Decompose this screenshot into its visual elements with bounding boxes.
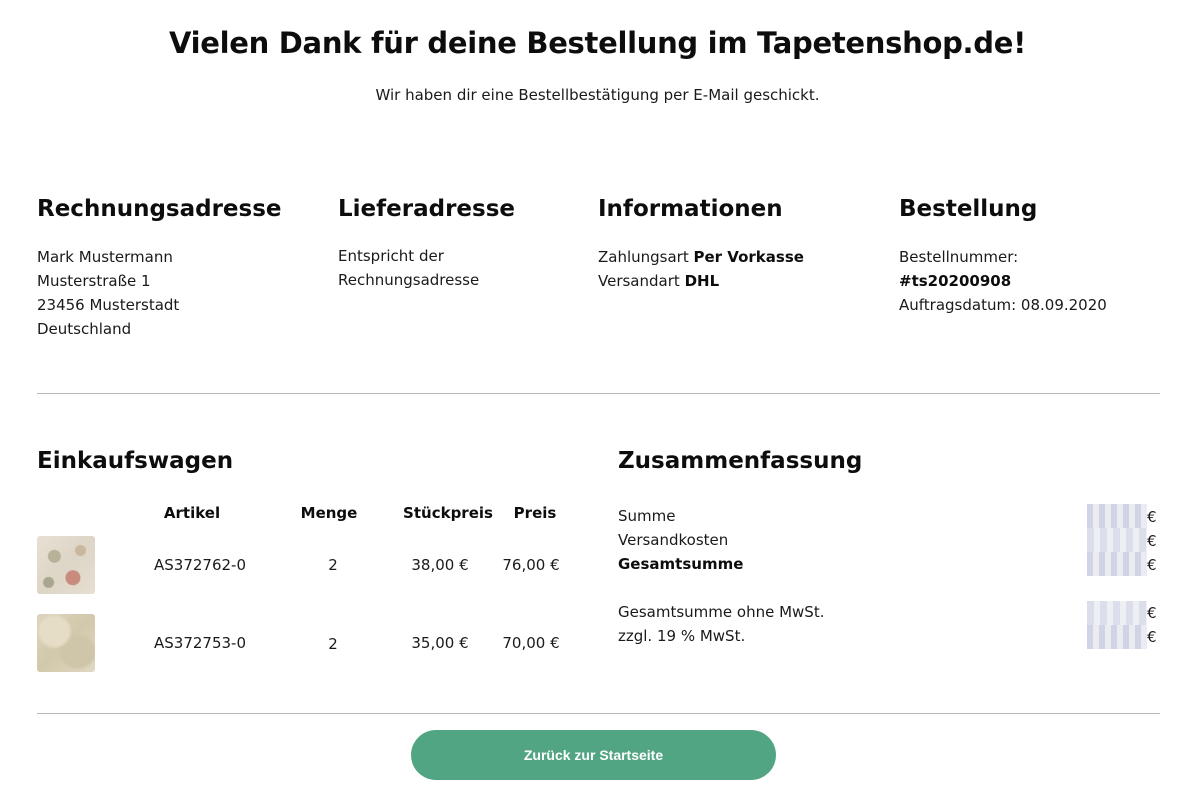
shipping-heading: Lieferadresse — [338, 196, 515, 222]
summary-heading: Zusammenfassung — [618, 448, 863, 474]
item-quantity: 2 — [328, 556, 338, 574]
shipping-line-2: Rechnungsadresse — [338, 271, 480, 289]
item-article: AS372753-0 — [154, 634, 246, 652]
order-date-value: 08.09.2020 — [1020, 296, 1107, 314]
order-number: #ts20200908 — [899, 272, 1012, 290]
total-value-redacted — [1087, 552, 1147, 576]
column-article: Artikel — [163, 504, 221, 522]
order-heading: Bestellung — [899, 196, 1038, 222]
vat-label: zzgl. 19 % MwSt. — [618, 627, 746, 645]
vat-currency: € — [1147, 628, 1157, 646]
shipping-cost-label: Versandkosten — [618, 531, 729, 549]
shipping-address: Entspricht der Rechnungsadresse — [338, 244, 479, 292]
billing-address: Mark Mustermann Musterstraße 1 23456 Mus… — [37, 245, 179, 341]
item-price: 70,00 € — [502, 634, 560, 652]
billing-heading: Rechnungsadresse — [37, 196, 282, 222]
divider-top — [37, 393, 1160, 394]
subtotal-value-redacted — [1087, 504, 1147, 528]
item-quantity: 2 — [328, 635, 338, 653]
net-total-value-redacted — [1087, 601, 1147, 625]
subtotal-currency: € — [1147, 508, 1157, 526]
shipping-method-label: Versandart — [598, 272, 680, 290]
table-row — [37, 614, 95, 672]
order-date-label: Auftragsdatum: — [899, 296, 1017, 314]
billing-street: Musterstraße 1 — [37, 272, 151, 290]
page-title: Vielen Dank für deine Bestellung im Tape… — [168, 26, 1027, 60]
billing-country: Deutschland — [37, 320, 132, 338]
shipping-method: Versandart DHL — [598, 269, 804, 293]
column-unit-price: Stückpreis — [403, 504, 493, 522]
back-to-home-button[interactable]: Zurück zur Startseite — [411, 730, 776, 780]
shipping-line-1: Entspricht der — [338, 247, 444, 265]
item-price: 76,00 € — [502, 556, 560, 574]
cart-heading: Einkaufswagen — [37, 448, 234, 474]
confirmation-subtitle: Wir haben dir eine Bestellbestätigung pe… — [375, 86, 820, 104]
net-total-currency: € — [1147, 604, 1157, 622]
product-thumbnail[interactable] — [37, 536, 95, 594]
shipping-cost-currency: € — [1147, 532, 1157, 550]
net-total-label: Gesamtsumme ohne MwSt. — [618, 603, 825, 621]
order-block: Bestellnummer: #ts20200908 Auftragsdatum… — [899, 245, 1107, 317]
divider-bottom — [37, 713, 1160, 714]
billing-city: 23456 Musterstadt — [37, 296, 180, 314]
payment-value: Per Vorkasse — [693, 248, 804, 266]
product-thumbnail[interactable] — [37, 614, 95, 672]
subtotal-label: Summe — [618, 507, 676, 525]
order-date: Auftragsdatum: 08.09.2020 — [899, 293, 1107, 317]
info-heading: Informationen — [598, 196, 783, 222]
info-block: Zahlungsart Per Vorkasse Versandart DHL — [598, 245, 804, 293]
billing-name: Mark Mustermann — [37, 248, 173, 266]
item-article: AS372762-0 — [154, 556, 246, 574]
shipping-method-value: DHL — [684, 272, 720, 290]
vat-value-redacted — [1087, 625, 1147, 649]
table-row — [37, 536, 95, 594]
total-currency: € — [1147, 556, 1157, 574]
payment-label: Zahlungsart — [598, 248, 689, 266]
column-price: Preis — [513, 504, 557, 522]
item-unit-price: 38,00 € — [411, 556, 469, 574]
shipping-cost-value-redacted — [1087, 528, 1147, 552]
total-label: Gesamtsumme — [618, 555, 744, 573]
order-number-label: Bestellnummer: — [899, 248, 1019, 266]
payment-method: Zahlungsart Per Vorkasse — [598, 245, 804, 269]
column-quantity: Menge — [300, 504, 358, 522]
item-unit-price: 35,00 € — [411, 634, 469, 652]
